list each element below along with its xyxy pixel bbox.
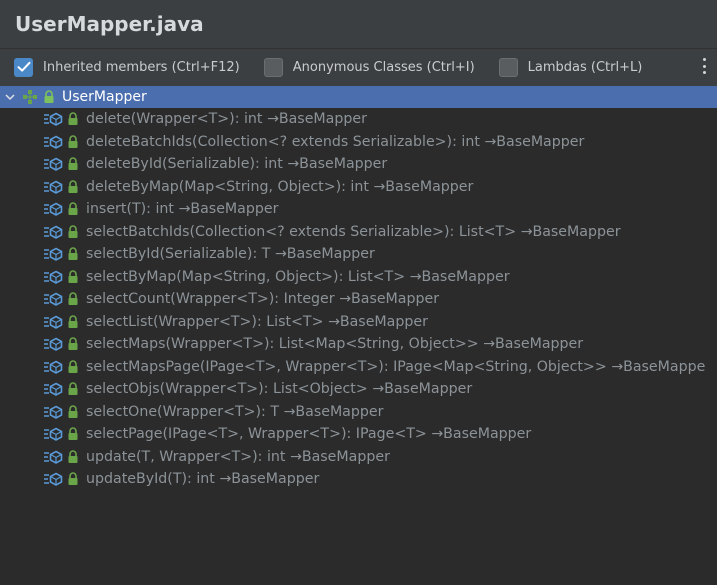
lock-icon	[67, 315, 79, 329]
member-row[interactable]: selectPage(IPage<T>, Wrapper<T>): IPage<…	[0, 423, 717, 446]
method-icon	[43, 157, 63, 172]
structure-tree[interactable]: UserMapper delete(Wrapper<T>): int →Base…	[0, 86, 717, 585]
member-row[interactable]: selectById(Serializable): T →BaseMapper	[0, 243, 717, 266]
member-row[interactable]: insert(T): int →BaseMapper	[0, 198, 717, 221]
member-signature: selectObjs(Wrapper<T>): List<Object> →Ba…	[86, 381, 473, 398]
method-icon	[43, 225, 63, 239]
window-title: UserMapper.java	[15, 12, 204, 36]
anonymous-classes-label: Anonymous Classes (Ctrl+I)	[292, 59, 475, 75]
member-row[interactable]: selectMapsPage(IPage<T>, Wrapper<T>): IP…	[0, 356, 717, 379]
member-signature: selectById(Serializable): T →BaseMapper	[86, 246, 375, 263]
lock-icon	[67, 405, 79, 419]
member-signature: selectMapsPage(IPage<T>, Wrapper<T>): IP…	[86, 358, 706, 375]
method-icon	[43, 112, 63, 127]
member-row[interactable]: delete(Wrapper<T>): int →BaseMapper	[0, 108, 717, 131]
lambdas-checkbox[interactable]: Lambdas (Ctrl+L)	[498, 57, 643, 77]
unchecked-box-icon[interactable]	[263, 57, 283, 77]
lock-icon	[67, 180, 79, 194]
lock-icon	[67, 292, 79, 306]
lock-icon	[67, 112, 79, 126]
member-signature: selectMaps(Wrapper<T>): List<Map<String,…	[86, 336, 584, 353]
member-signature: delete(Wrapper<T>): int →BaseMapper	[86, 111, 367, 128]
method-icon	[43, 315, 63, 329]
lock-icon	[43, 90, 55, 104]
lock-icon	[67, 472, 79, 486]
member-signature: insert(T): int →BaseMapper	[86, 201, 279, 218]
member-signature: update(T, Wrapper<T>): int →BaseMapper	[86, 448, 390, 465]
lock-icon	[67, 337, 79, 351]
member-signature: deleteByMap(Map<String, Object>): int →B…	[86, 178, 474, 195]
method-icon	[43, 135, 63, 149]
method-icon	[43, 292, 63, 307]
method-icon	[43, 202, 63, 217]
lock-icon	[67, 135, 79, 149]
method-icon	[43, 180, 63, 194]
member-row[interactable]: deleteById(Serializable): int →BaseMappe…	[0, 153, 717, 176]
anonymous-classes-checkbox[interactable]: Anonymous Classes (Ctrl+I)	[263, 57, 475, 77]
lock-icon	[67, 157, 79, 171]
member-row[interactable]: selectBatchIds(Collection<? extends Seri…	[0, 221, 717, 244]
inherited-members-checkbox[interactable]: Inherited members (Ctrl+F12)	[14, 57, 240, 77]
member-row[interactable]: selectCount(Wrapper<T>): Integer →BaseMa…	[0, 288, 717, 311]
method-icon	[43, 337, 63, 352]
member-row[interactable]: update(T, Wrapper<T>): int →BaseMapper	[0, 446, 717, 469]
method-icon	[43, 472, 63, 487]
checked-box-icon[interactable]	[14, 57, 33, 77]
member-signature: updateById(T): int →BaseMapper	[86, 471, 320, 488]
lock-icon	[67, 225, 79, 239]
member-signature: selectCount(Wrapper<T>): Integer →BaseMa…	[86, 291, 440, 308]
member-row[interactable]: selectByMap(Map<String, Object>): List<T…	[0, 266, 717, 289]
member-row[interactable]: selectMaps(Wrapper<T>): List<Map<String,…	[0, 333, 717, 356]
lock-icon	[67, 427, 79, 441]
member-row[interactable]: deleteBatchIds(Collection<? extends Seri…	[0, 131, 717, 154]
lock-icon	[67, 450, 79, 464]
method-icon	[43, 427, 63, 442]
lock-icon	[67, 202, 79, 216]
method-icon	[43, 270, 63, 284]
member-row[interactable]: updateById(T): int →BaseMapper	[0, 468, 717, 491]
member-signature: selectBatchIds(Collection<? extends Seri…	[86, 223, 621, 240]
method-icon	[43, 360, 63, 374]
member-list: delete(Wrapper<T>): int →BaseMapper dele…	[0, 108, 717, 491]
structure-toolbar: Inherited members (Ctrl+F12) Anonymous C…	[0, 49, 717, 85]
method-icon	[43, 382, 63, 397]
member-signature: deleteBatchIds(Collection<? extends Seri…	[86, 133, 585, 150]
lock-icon	[67, 270, 79, 284]
member-signature: selectPage(IPage<T>, Wrapper<T>): IPage<…	[86, 426, 532, 443]
method-icon	[43, 405, 63, 419]
tree-root-usermapper[interactable]: UserMapper	[0, 86, 717, 108]
unchecked-box-icon[interactable]	[498, 57, 518, 77]
member-row[interactable]: selectOne(Wrapper<T>): T →BaseMapper	[0, 401, 717, 424]
method-icon	[43, 450, 63, 464]
inherited-members-label: Inherited members (Ctrl+F12)	[43, 59, 240, 75]
member-signature: selectByMap(Map<String, Object>): List<T…	[86, 268, 510, 285]
structure-class-icon	[22, 89, 38, 105]
method-icon	[43, 247, 63, 262]
lambdas-label: Lambdas (Ctrl+L)	[527, 59, 643, 75]
member-signature: deleteById(Serializable): int →BaseMappe…	[86, 156, 388, 173]
lock-icon	[67, 247, 79, 261]
structure-header: UserMapper.java	[0, 0, 717, 49]
member-row[interactable]: deleteByMap(Map<String, Object>): int →B…	[0, 176, 717, 199]
member-row[interactable]: selectObjs(Wrapper<T>): List<Object> →Ba…	[0, 378, 717, 401]
member-signature: selectList(Wrapper<T>): List<T> →BaseMap…	[86, 313, 428, 330]
member-row[interactable]: selectList(Wrapper<T>): List<T> →BaseMap…	[0, 311, 717, 334]
lock-icon	[67, 382, 79, 396]
tree-root-label: UserMapper	[62, 89, 147, 105]
lock-icon	[67, 360, 79, 374]
member-signature: selectOne(Wrapper<T>): T →BaseMapper	[86, 403, 384, 420]
kebab-menu-icon[interactable]	[703, 58, 707, 74]
chevron-down-icon[interactable]	[4, 91, 16, 103]
